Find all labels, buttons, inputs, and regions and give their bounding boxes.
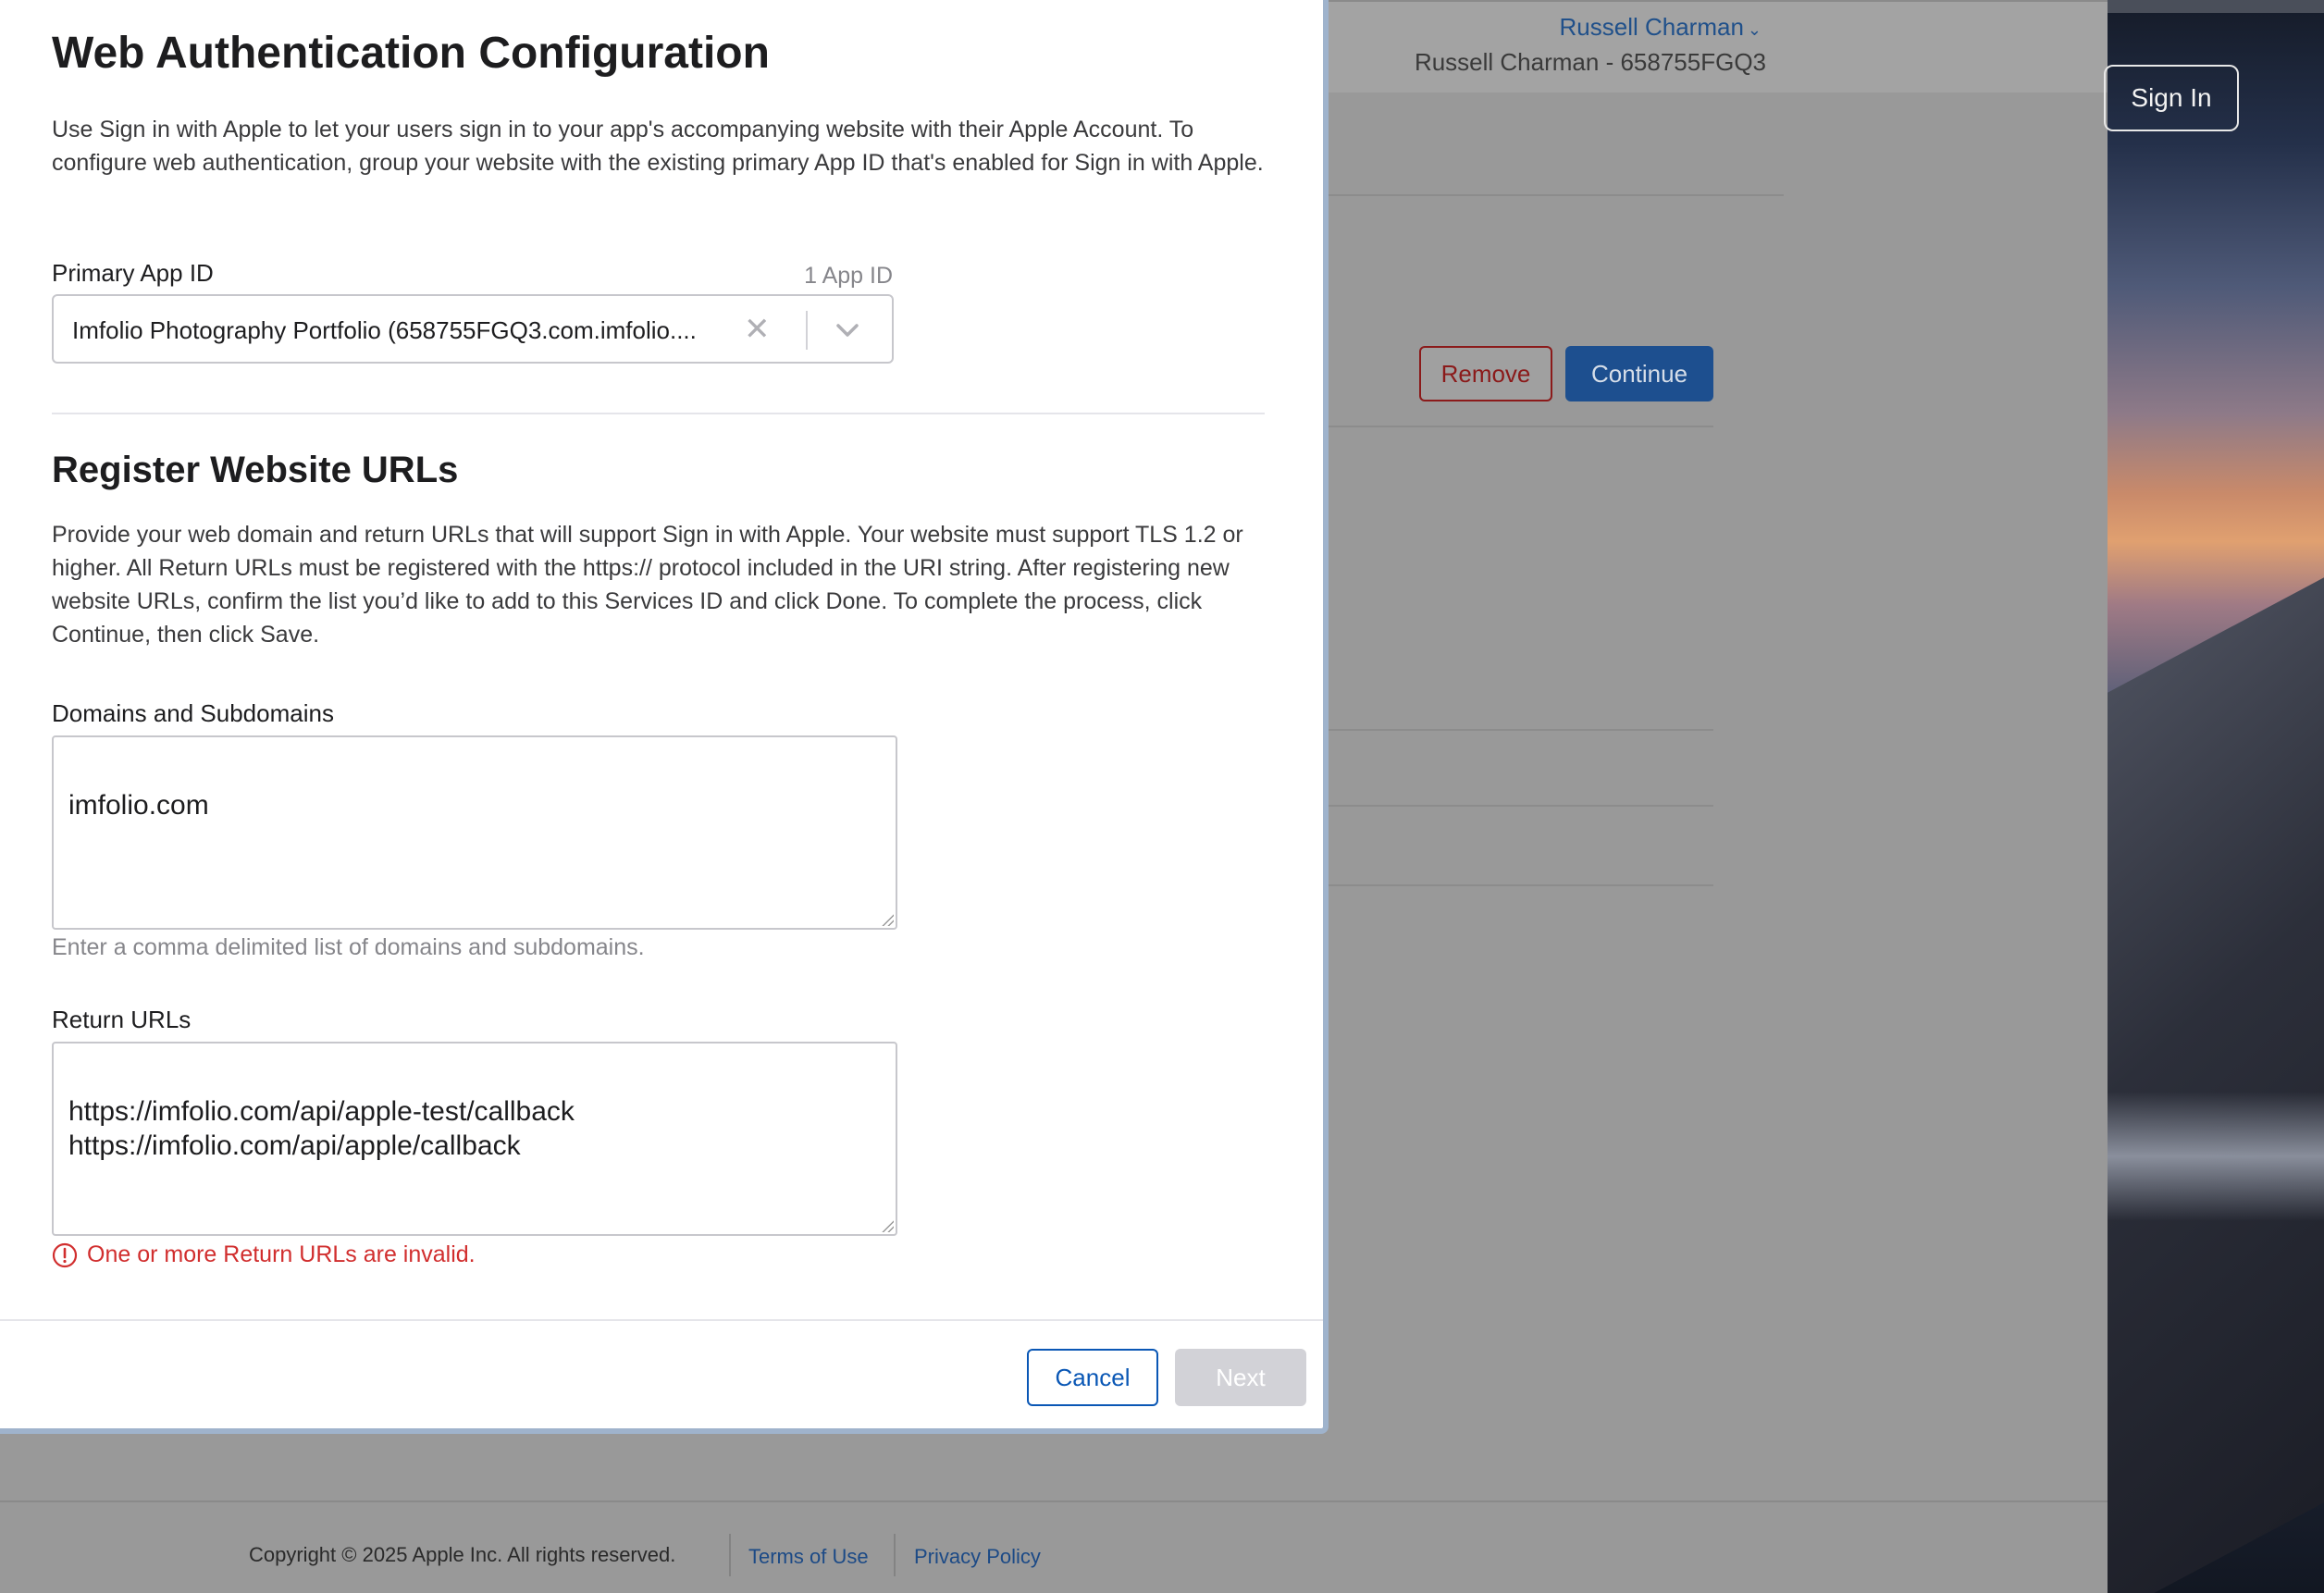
register-description: Provide your web domain and return URLs … <box>52 522 1243 648</box>
intro-text: Use Sign in with Apple to let your users… <box>52 117 1264 176</box>
mist-layer <box>2108 1092 2324 1221</box>
background-photo <box>2108 0 2324 1593</box>
web-auth-config-dialog: Web Authentication Configuration Use Sig… <box>0 0 1329 1434</box>
return-urls-error: One or more Return URLs are invalid. <box>52 1241 476 1268</box>
divider <box>1329 729 1713 731</box>
continue-button[interactable]: Continue <box>1565 346 1713 401</box>
remove-button[interactable]: Remove <box>1419 346 1552 401</box>
dialog-title: Web Authentication Configuration <box>52 29 770 78</box>
photo-top-bar <box>2108 0 2324 13</box>
return-urls-label: Return URLs <box>52 1006 192 1033</box>
team-name: Russell Charman - 658755FGQ3 <box>1414 48 1766 76</box>
divider <box>1329 426 1713 427</box>
domains-value: imfolio.com <box>68 790 209 821</box>
primary-app-id-value: Imfolio Photography Portfolio (658755FGQ… <box>72 316 697 344</box>
select-divider <box>806 311 808 350</box>
user-menu[interactable]: Russell Charman ⌄ <box>1560 13 1762 42</box>
chevron-down-icon: ⌄ <box>1747 20 1762 39</box>
section-divider <box>52 413 1265 414</box>
footer-separator <box>894 1534 896 1576</box>
return-urls-textarea[interactable]: https://imfolio.com/api/apple-test/callb… <box>52 1042 897 1236</box>
resize-grip-icon[interactable] <box>881 913 894 926</box>
chevron-down-icon[interactable] <box>829 309 866 350</box>
copyright-text: Copyright © 2025 Apple Inc. All rights r… <box>249 1543 676 1566</box>
domains-textarea[interactable]: imfolio.com <box>52 735 897 930</box>
domains-label: Domains and Subdomains <box>52 699 334 727</box>
page-footer: Copyright © 2025 Apple Inc. All rights r… <box>0 1500 2108 1593</box>
primary-app-id-select[interactable]: Imfolio Photography Portfolio (658755FGQ… <box>52 294 894 364</box>
app-id-count: 1 App ID <box>804 263 893 289</box>
primary-app-id-label: Primary App ID <box>52 259 214 287</box>
next-button[interactable]: Next <box>1175 1349 1306 1406</box>
cancel-button[interactable]: Cancel <box>1027 1349 1158 1406</box>
error-icon <box>52 1242 78 1267</box>
domains-hint: Enter a comma delimited list of domains … <box>52 934 645 960</box>
privacy-policy-link[interactable]: Privacy Policy <box>914 1545 1041 1569</box>
divider <box>1329 194 1784 196</box>
sign-in-button[interactable]: Sign In <box>2104 65 2239 131</box>
return-urls-value: https://imfolio.com/api/apple-test/callb… <box>68 1096 575 1161</box>
divider <box>1329 805 1713 807</box>
footer-separator <box>729 1534 731 1576</box>
mountain-shape <box>2108 535 2324 1593</box>
error-message: One or more Return URLs are invalid. <box>87 1241 476 1267</box>
divider <box>1329 884 1713 886</box>
terms-of-use-link[interactable]: Terms of Use <box>748 1545 869 1569</box>
clear-icon[interactable]: ✕ <box>744 311 771 348</box>
user-menu-label: Russell Charman <box>1559 13 1744 41</box>
dialog-footer-divider <box>0 1319 1323 1321</box>
register-website-urls-title: Register Website URLs <box>52 450 459 490</box>
resize-grip-icon[interactable] <box>881 1219 894 1232</box>
